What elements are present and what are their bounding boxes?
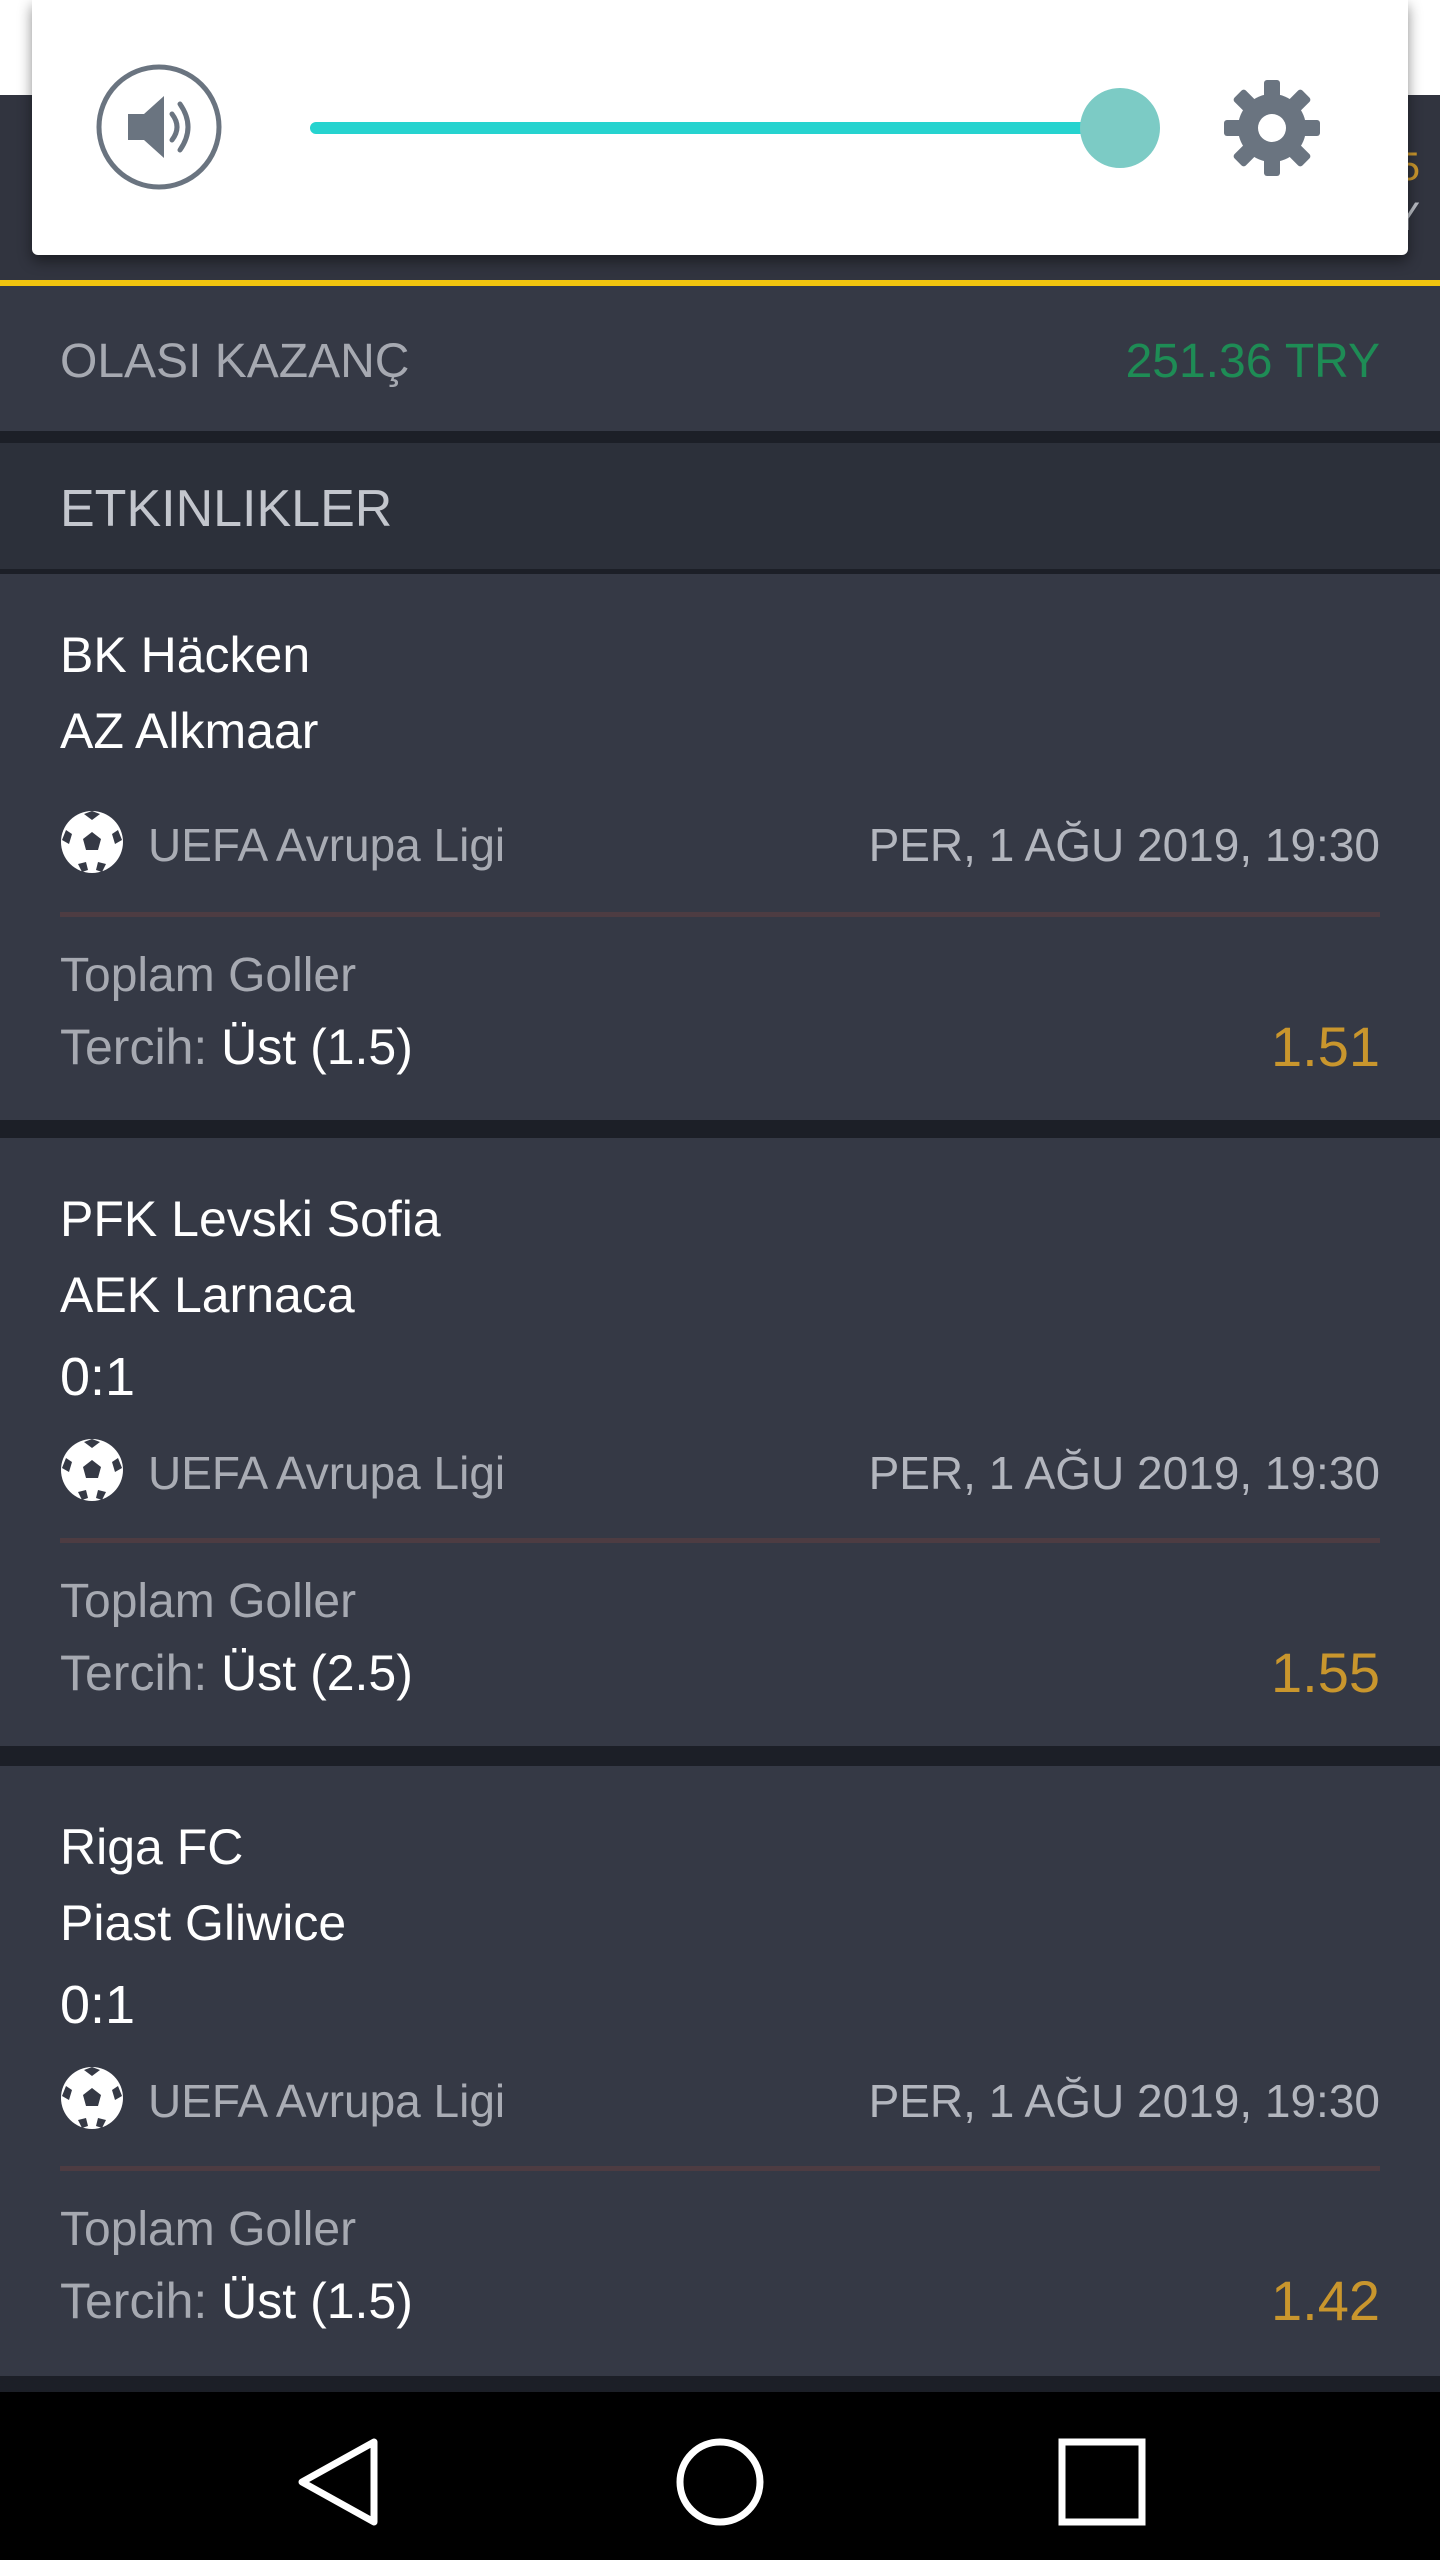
league-name: UEFA Avrupa Ligi	[148, 1447, 506, 1499]
odds-value: 1.51	[1271, 1015, 1380, 1078]
pick-value: Üst (2.5)	[221, 1645, 413, 1701]
match-score: 0:1	[60, 1975, 136, 2035]
soccer-ball-icon	[61, 2067, 123, 2129]
odds-value: 1.55	[1271, 1641, 1380, 1704]
card-divider	[60, 912, 1380, 917]
potential-win-label: OLASI KAZANÇ	[60, 335, 410, 388]
system-nav-bar	[0, 2392, 1440, 2560]
pick-label: Tercih:	[60, 2273, 208, 2329]
home-team: BK Häcken	[60, 627, 311, 683]
away-team: AEK Larnaca	[60, 1267, 355, 1323]
gear-icon[interactable]	[1222, 78, 1322, 178]
pick-line: Tercih: Üst (1.5)	[60, 1018, 413, 1076]
pick-label: Tercih:	[60, 1019, 208, 1075]
odds-value: 1.42	[1271, 2269, 1380, 2332]
away-team: AZ Alkmaar	[60, 703, 319, 759]
match-score: 0:1	[60, 1347, 136, 1407]
potential-win-row: OLASI KAZANÇ 251.36 TRY	[0, 286, 1440, 431]
home-team: Riga FC	[60, 1819, 244, 1875]
volume-panel	[32, 0, 1408, 255]
events-title: ETKINLIKLER	[60, 480, 393, 538]
event-meta: UEFA Avrupa Ligi PER, 1 AĞU 2019, 19:30	[60, 810, 1380, 874]
market-name: Toplam Goller	[60, 949, 357, 1002]
back-triangle-icon[interactable]	[290, 2432, 390, 2532]
event-meta: UEFA Avrupa Ligi PER, 1 AĞU 2019, 19:30	[60, 1438, 1380, 1502]
event-card[interactable]: PFK Levski Sofia AEK Larnaca 0:1 UEFA Av…	[0, 1138, 1440, 1746]
pick-value: Üst (1.5)	[221, 1019, 413, 1075]
event-card[interactable]: BK Häcken AZ Alkmaar UEFA Avrupa Ligi PE…	[0, 574, 1440, 1120]
volume-slider-thumb[interactable]	[1080, 88, 1160, 168]
potential-win-value: 251.36 TRY	[1125, 335, 1380, 388]
soccer-ball-icon	[61, 811, 123, 873]
pick-line: Tercih: Üst (2.5)	[60, 1644, 413, 1702]
events-header: ETKINLIKLER	[0, 443, 1440, 569]
pick-label: Tercih:	[60, 1645, 208, 1701]
card-divider	[60, 1538, 1380, 1543]
card-divider	[60, 2166, 1380, 2171]
speaker-icon[interactable]	[94, 62, 224, 192]
event-meta: UEFA Avrupa Ligi PER, 1 AĞU 2019, 19:30	[60, 2066, 1380, 2130]
recents-square-icon[interactable]	[1052, 2432, 1152, 2532]
pick-line: Tercih: Üst (1.5)	[60, 2272, 413, 2330]
event-date: PER, 1 AĞU 2019, 19:30	[868, 819, 1380, 871]
volume-slider-track[interactable]	[310, 122, 1120, 134]
market-name: Toplam Goller	[60, 2203, 357, 2256]
market-name: Toplam Goller	[60, 1575, 357, 1628]
league-name: UEFA Avrupa Ligi	[148, 2075, 506, 2127]
soccer-ball-icon	[61, 1439, 123, 1501]
home-team: PFK Levski Sofia	[60, 1191, 441, 1247]
event-card[interactable]: Riga FC Piast Gliwice 0:1 UEFA Avrupa Li…	[0, 1766, 1440, 2376]
pick-value: Üst (1.5)	[221, 2273, 413, 2329]
event-date: PER, 1 AĞU 2019, 19:30	[868, 2075, 1380, 2127]
event-date: PER, 1 AĞU 2019, 19:30	[868, 1447, 1380, 1499]
away-team: Piast Gliwice	[60, 1895, 347, 1951]
league-name: UEFA Avrupa Ligi	[148, 819, 506, 871]
home-circle-icon[interactable]	[670, 2432, 770, 2532]
